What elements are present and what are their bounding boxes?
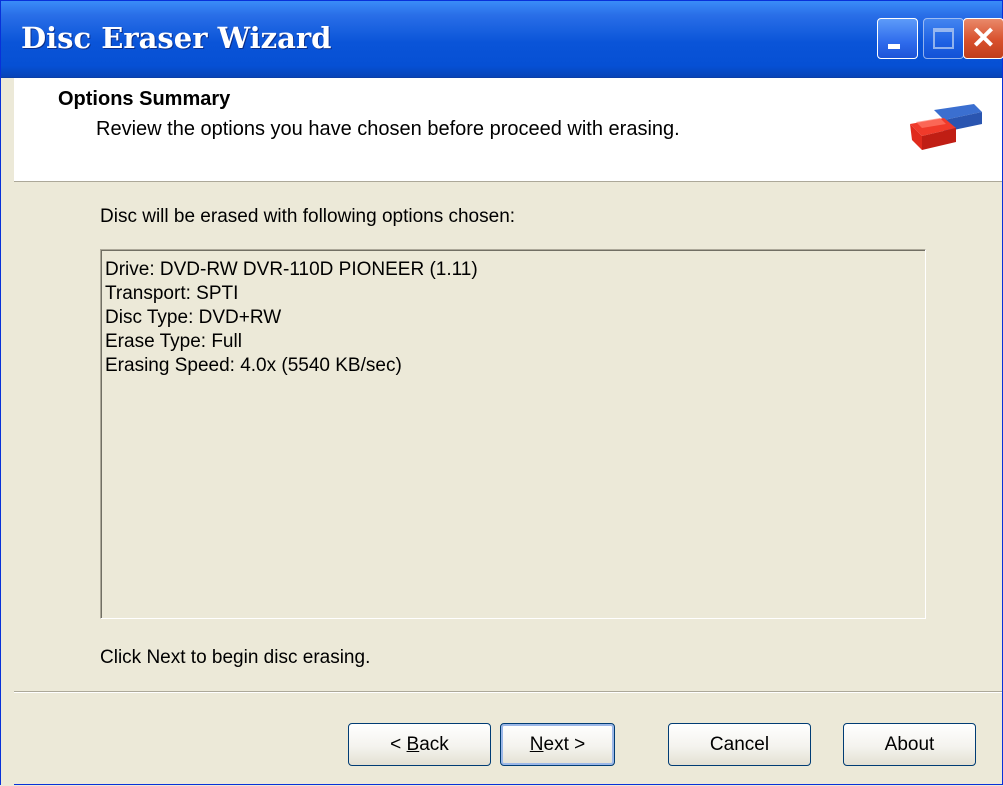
- about-button[interactable]: About: [843, 723, 976, 766]
- next-button[interactable]: Next >: [500, 723, 615, 766]
- back-button-accel: B: [406, 734, 420, 755]
- footer-divider: [14, 691, 1002, 693]
- title-bar[interactable]: Disc Eraser Wizard ✕: [1, 1, 1003, 78]
- summary-line-erase-type: Erase Type: Full: [105, 331, 242, 352]
- intro-text: Disc will be erased with following optio…: [100, 206, 516, 227]
- page-subtitle: Review the options you have chosen befor…: [96, 118, 680, 140]
- summary-line-erasing-speed: Erasing Speed: 4.0x (5540 KB/sec): [105, 355, 402, 376]
- back-button-prefix: <: [390, 734, 407, 755]
- next-button-accel: N: [529, 734, 544, 755]
- minimize-button[interactable]: [877, 18, 918, 59]
- next-button-rest: ext >: [543, 734, 586, 755]
- cancel-button[interactable]: Cancel: [668, 723, 811, 766]
- maximize-button: [923, 18, 964, 59]
- page-title: Options Summary: [58, 88, 231, 110]
- minimize-icon: [888, 44, 900, 49]
- wizard-window: Disc Eraser Wizard ✕ Options Summary Rev…: [0, 0, 1003, 786]
- back-button-rest: ack: [419, 734, 449, 755]
- close-button[interactable]: ✕: [963, 18, 1003, 59]
- window-title: Disc Eraser Wizard: [21, 21, 332, 55]
- summary-line-disc-type: Disc Type: DVD+RW: [105, 307, 282, 328]
- wizard-header: Options Summary Review the options you h…: [14, 78, 1002, 182]
- instruction-text: Click Next to begin disc erasing.: [100, 647, 371, 668]
- close-icon: ✕: [970, 22, 997, 55]
- back-button[interactable]: < Back: [348, 723, 491, 766]
- summary-line-drive: Drive: DVD-RW DVR-110D PIONEER (1.11): [105, 259, 478, 280]
- eraser-icon: [910, 104, 982, 150]
- maximize-icon: [933, 28, 954, 49]
- left-border: [1, 78, 14, 786]
- summary-line-transport: Transport: SPTI: [105, 283, 239, 304]
- options-summary-box[interactable]: Drive: DVD-RW DVR-110D PIONEER (1.11) Tr…: [100, 249, 926, 619]
